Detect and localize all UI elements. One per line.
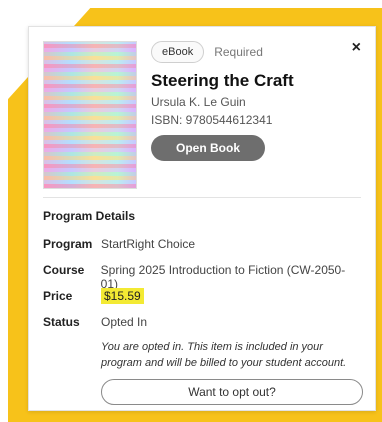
course-label: Course	[43, 263, 85, 277]
required-label: Required	[214, 45, 263, 59]
book-author: Ursula K. Le Guin	[151, 95, 246, 109]
program-value: StartRight Choice	[101, 237, 196, 251]
program-row: Program StartRight Choice	[43, 237, 361, 251]
divider	[43, 197, 361, 198]
format-tag-row: eBook Required	[151, 41, 263, 63]
close-icon[interactable]: ×	[352, 39, 361, 57]
course-value: Spring 2025 Introduction to Fiction (CW-…	[100, 263, 346, 291]
status-label: Status	[43, 315, 80, 329]
price-row: Price $15.59	[43, 288, 361, 304]
price-label: Price	[43, 289, 73, 303]
open-book-button[interactable]: Open Book	[151, 135, 265, 161]
book-details-card: × eBook Required Steering the Craft Ursu…	[28, 26, 376, 411]
price-highlight: $15.59	[101, 288, 144, 304]
book-isbn: ISBN: 9780544612341	[151, 113, 273, 127]
status-row: Status Opted In	[43, 315, 361, 329]
program-details-heading: Program Details	[43, 209, 136, 223]
price-value: $15.59	[101, 288, 144, 304]
book-cover-image	[43, 41, 137, 189]
opt-in-note: You are opted in. This item is included …	[101, 341, 347, 369]
status-value: Opted In	[101, 315, 148, 329]
book-title: Steering the Craft	[151, 71, 294, 90]
course-row: Course Spring 2025 Introduction to Ficti…	[43, 263, 361, 291]
program-label: Program	[43, 237, 93, 251]
opt-out-button[interactable]: Want to opt out?	[101, 379, 363, 405]
ebook-pill: eBook	[151, 41, 205, 63]
